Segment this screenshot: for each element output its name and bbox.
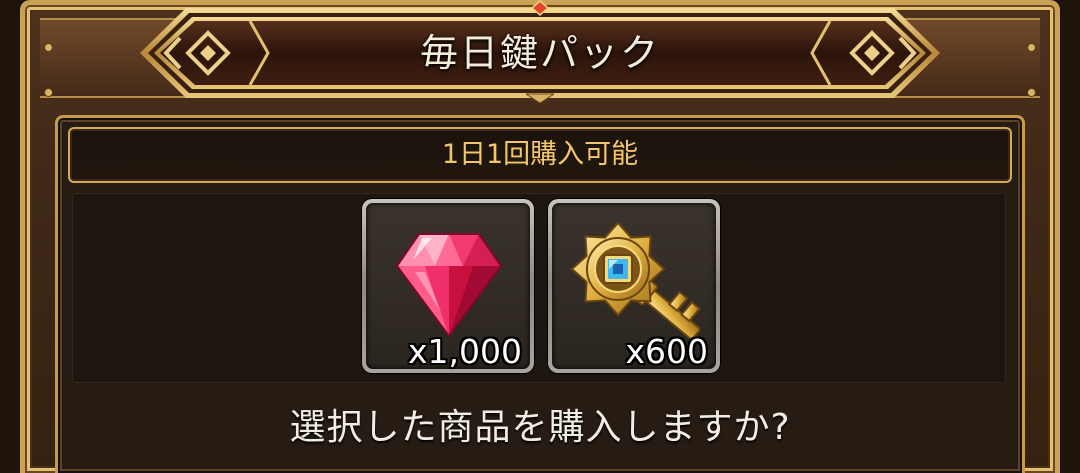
frame-stud (1028, 89, 1035, 96)
item-slot-keys[interactable]: x600 (548, 199, 720, 373)
purchase-limit-bar: 1日1回購入可能 (68, 127, 1012, 183)
frame-stud (45, 89, 52, 96)
item-quantity: x1,000 (407, 332, 522, 369)
item-quantity: x600 (625, 332, 708, 369)
banner-bottom-ornament (526, 93, 554, 104)
frame-stud (45, 44, 52, 51)
items-area (72, 193, 1006, 383)
frame-stud (1028, 44, 1035, 51)
top-gem-ornament (531, 0, 549, 16)
item-slot-inner: x600 (552, 203, 716, 369)
item-slot-gems[interactable]: x1,000 (362, 199, 534, 373)
dialog-title: 毎日鍵パック (419, 31, 660, 75)
item-slot-inner: x1,000 (366, 203, 530, 369)
ruby-gem-icon (395, 233, 503, 338)
confirm-prompt: 選択した商品を購入しますか? (289, 407, 791, 448)
